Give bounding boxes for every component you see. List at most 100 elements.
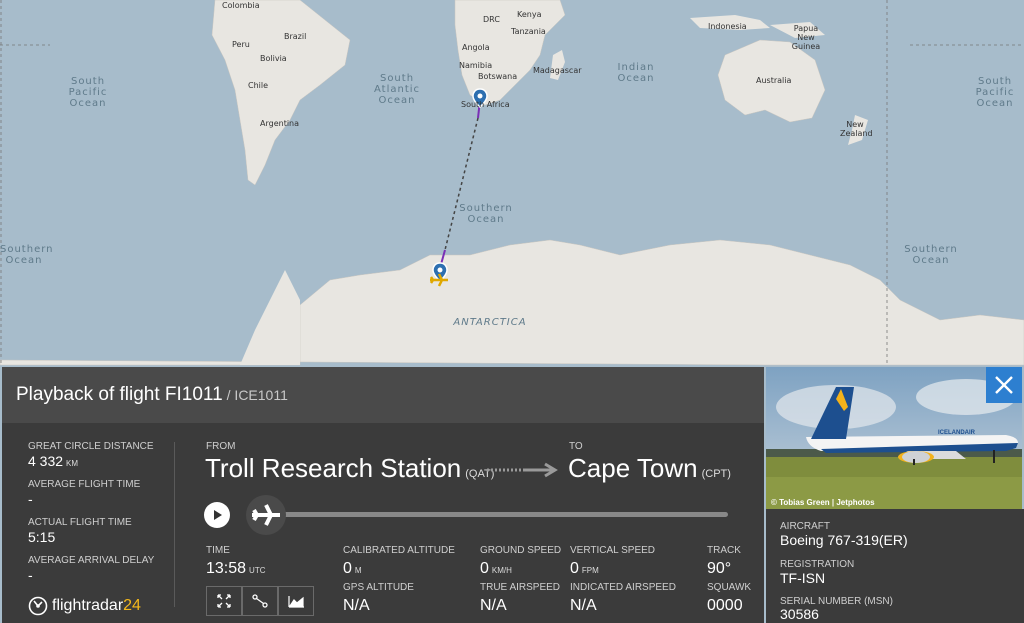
country-label: Kenya	[517, 10, 542, 19]
playback-scrubber[interactable]	[246, 495, 286, 535]
distance-value: 4 332 KM	[28, 453, 78, 469]
registration-label: REGISTRATION	[780, 559, 855, 570]
country-label: Colombia	[222, 1, 260, 10]
true-airspeed-label: TRUE AIRSPEED	[480, 582, 561, 593]
time-number: 13:58	[206, 560, 247, 577]
country-label: Indonesia	[708, 22, 747, 31]
avg-arrival-delay-value: -	[28, 567, 33, 583]
ground-speed-value: 0 KM/H	[480, 560, 512, 578]
continent-label: ANTARCTICA	[453, 317, 527, 328]
ground-speed-label: GROUND SPEED	[480, 545, 562, 556]
country-label: DRC	[483, 15, 500, 24]
registration-value: TF-ISN	[780, 570, 826, 586]
panel-header: Playback of flight FI1011/ ICE1011	[2, 367, 764, 423]
squawk-value: 0000	[707, 597, 743, 614]
country-label: Botswana	[478, 72, 518, 81]
ocean-label: South Pacific Ocean	[975, 76, 1015, 109]
aircraft-photo[interactable]: ICELANDAIR	[766, 367, 1022, 509]
ocean-label: South Pacific Ocean	[68, 76, 108, 109]
gps-altitude-value: N/A	[343, 597, 370, 614]
route-arrow-icon	[487, 462, 558, 478]
flightradar24-logo[interactable]: flightradar 24	[28, 595, 141, 617]
to-airport[interactable]: Cape Town (CPT)	[568, 453, 731, 484]
aircraft-info: AIRCRAFT Boeing 767-319(ER) REGISTRATION…	[766, 509, 1024, 623]
country-label: Angola	[462, 43, 490, 52]
true-airspeed-value: N/A	[480, 597, 507, 614]
ocean-label: Indian Ocean	[617, 62, 655, 84]
squawk-label: SQUAWK	[707, 582, 752, 593]
country-label: South Africa	[461, 100, 510, 109]
track-value: 90°	[707, 560, 732, 577]
vert-speed-number: 0	[570, 560, 579, 577]
calibrated-altitude-value: 0M	[343, 560, 362, 578]
aircraft-type-value: Boeing 767-319(ER)	[780, 532, 908, 548]
altitude-graph-button[interactable]	[278, 586, 314, 616]
to-city: Cape Town	[568, 453, 698, 483]
from-airport[interactable]: Troll Research Station (QAT)	[205, 453, 494, 484]
country-label: Namibia	[459, 61, 493, 70]
photo-credit[interactable]: © Tobias Green | Jetphotos	[771, 498, 875, 507]
cal-alt-unit: M	[354, 566, 362, 575]
close-icon	[995, 376, 1013, 394]
gps-altitude-label: GPS ALTITUDE	[343, 582, 414, 593]
country-label: Australia	[756, 76, 792, 85]
actual-flight-time-value: 5:15	[28, 529, 56, 545]
ground-speed-unit: KM/H	[491, 566, 512, 575]
route-view-button[interactable]	[242, 586, 278, 616]
livery-text: ICELANDAIR	[938, 430, 976, 436]
ground-speed-number: 0	[480, 560, 489, 577]
airplane-icon	[252, 504, 280, 526]
ocean-label: South Atlantic Ocean	[373, 73, 421, 106]
flight-title-text: Playback of flight FI1011	[16, 384, 223, 405]
close-button[interactable]	[986, 367, 1022, 403]
vertical-speed-value: 0 FPM	[570, 560, 599, 578]
aircraft-photo-image: ICELANDAIR	[766, 367, 1022, 509]
panel-divider	[174, 442, 175, 607]
actual-flight-time-label: ACTUAL FLIGHT TIME	[28, 517, 132, 528]
callsign: / ICE1011	[226, 387, 288, 403]
avg-arrival-delay-label: AVERAGE ARRIVAL DELAY	[28, 555, 155, 566]
distance-number: 4 332	[28, 453, 64, 469]
avg-flight-time-label: AVERAGE FLIGHT TIME	[28, 479, 141, 490]
country-label: Chile	[248, 81, 269, 90]
to-code: (CPT)	[701, 468, 731, 480]
country-label: Bolivia	[260, 54, 287, 63]
ocean-label: Southern Ocean	[904, 244, 958, 266]
radar-icon	[28, 596, 48, 616]
country-label: Argentina	[260, 119, 300, 128]
country-label: Peru	[232, 40, 250, 49]
playback-timeline[interactable]	[266, 512, 728, 517]
indicated-airspeed-value: N/A	[570, 597, 597, 614]
calibrated-altitude-label: CALIBRATED ALTITUDE	[343, 545, 455, 556]
aircraft-type-label: AIRCRAFT	[780, 521, 830, 532]
ocean-label: Southern Ocean	[459, 203, 513, 225]
from-label: FROM	[206, 441, 236, 452]
country-label: Madagascar	[533, 66, 582, 75]
indicated-airspeed-label: INDICATED AIRSPEED	[570, 582, 676, 593]
distance-label: GREAT CIRCLE DISTANCE	[28, 441, 154, 452]
cal-alt-number: 0	[343, 560, 352, 577]
avg-flight-time-value: -	[28, 491, 33, 507]
to-label: TO	[569, 441, 583, 452]
time-label: TIME	[206, 545, 230, 556]
brand-suffix: 24	[123, 597, 141, 614]
fullscreen-view-button[interactable]	[206, 586, 242, 616]
country-label: New Zealand	[840, 120, 873, 138]
country-label: Papua New Guinea	[791, 24, 821, 51]
ocean-label: Southern Ocean	[0, 244, 54, 266]
time-value: 13:58 UTC	[206, 560, 266, 578]
play-button[interactable]	[204, 502, 230, 528]
vert-speed-unit: FPM	[581, 566, 599, 575]
flight-title: Playback of flight FI1011/ ICE1011	[16, 384, 288, 406]
vertical-speed-label: VERTICAL SPEED	[570, 545, 656, 556]
from-city: Troll Research Station	[205, 453, 462, 483]
play-icon	[214, 510, 222, 520]
expand-arrows-icon	[217, 594, 231, 608]
aircraft-marker-icon[interactable]	[428, 272, 450, 288]
country-label: Brazil	[284, 32, 307, 41]
time-unit: UTC	[249, 566, 266, 575]
track-label: TRACK	[707, 545, 741, 556]
country-label: Tanzania	[511, 27, 546, 36]
serial-number-value: 30586	[780, 606, 819, 622]
route-icon	[252, 594, 268, 608]
